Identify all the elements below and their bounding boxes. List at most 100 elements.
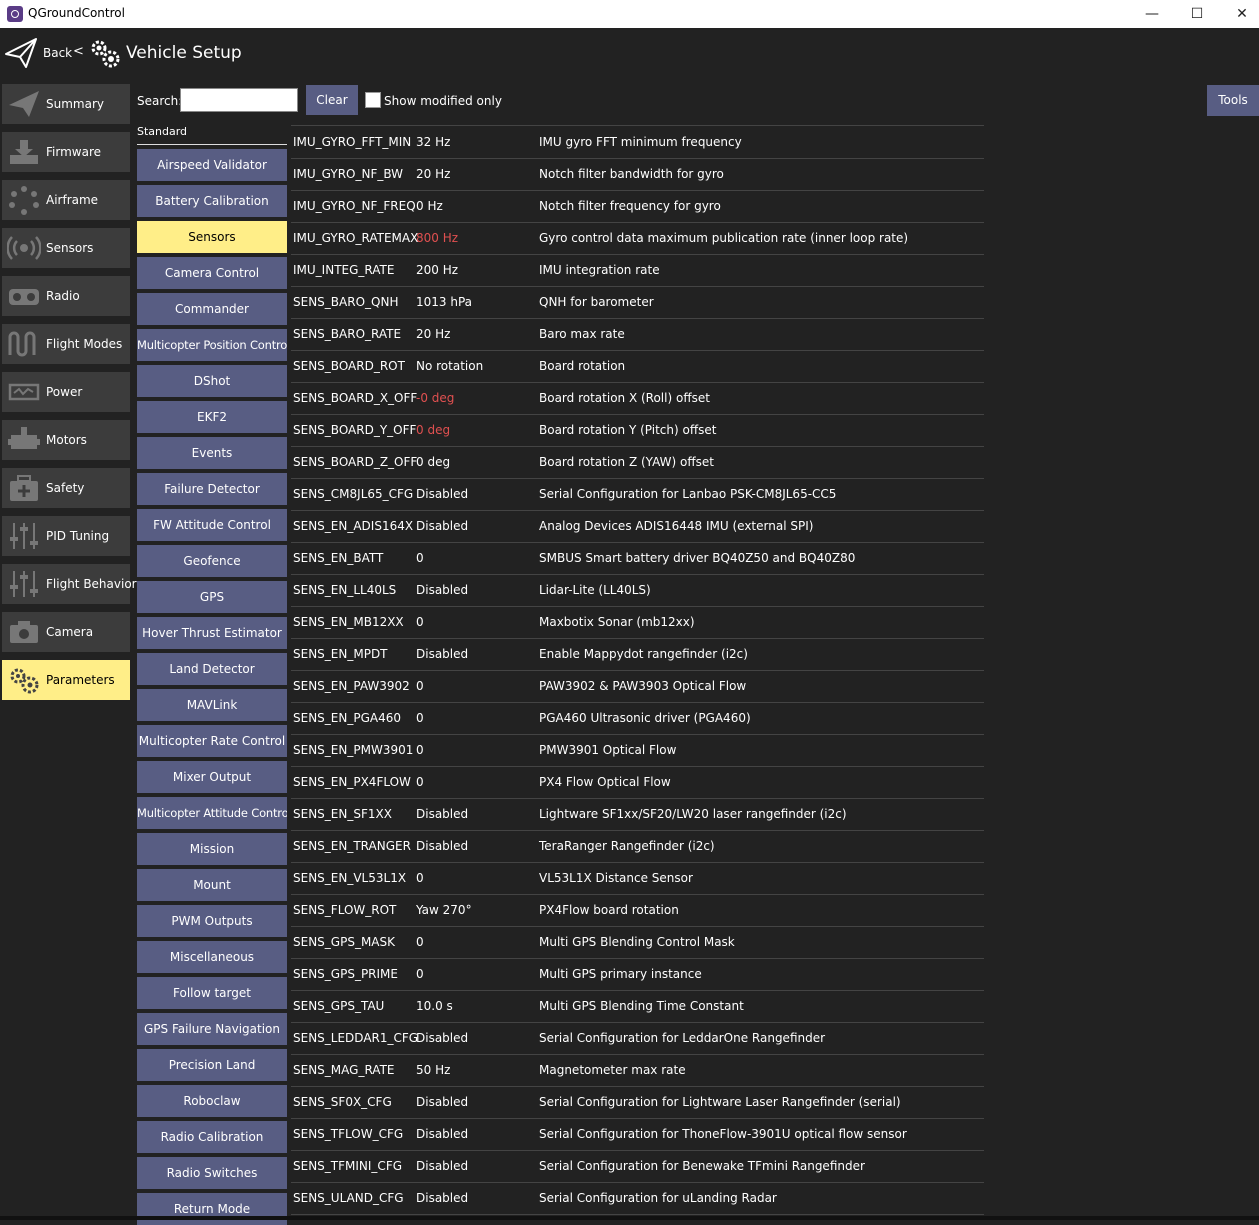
- param-row[interactable]: IMU_GYRO_NF_FREQ 0 Hz Notch filter frequen…: [291, 190, 984, 223]
- group-button[interactable]: Mission: [137, 833, 287, 865]
- sidebar-item-sensors[interactable]: Sensors: [2, 228, 130, 268]
- group-button[interactable]: Radio Calibration: [137, 1121, 287, 1153]
- param-row[interactable]: SENS_CM8JL65_CFG Disabled Serial Configura…: [291, 478, 984, 511]
- app-header: Back < Vehicle Setup: [0, 28, 1259, 80]
- group-button[interactable]: Roboclaw: [137, 1085, 287, 1117]
- close-button[interactable]: ✕: [1227, 4, 1257, 24]
- group-button[interactable]: Commander: [137, 293, 287, 325]
- param-row[interactable]: SENS_TFLOW_CFG Disabled Serial Configurati…: [291, 1118, 984, 1151]
- sidebar-item-airframe[interactable]: Airframe: [2, 180, 130, 220]
- maximize-button[interactable]: ☐: [1182, 4, 1212, 24]
- group-button[interactable]: Mixer Output: [137, 761, 287, 793]
- param-row[interactable]: SENS_EN_LL40LS Disabled Lidar-Lite (LL40LS…: [291, 574, 984, 607]
- group-button[interactable]: Multicopter Position Control: [137, 329, 287, 361]
- param-row[interactable]: SENS_LEDDAR1_CFG Disabled Serial Configura…: [291, 1022, 984, 1055]
- group-button[interactable]: DShot: [137, 365, 287, 397]
- sidebar-item-motors[interactable]: Motors: [2, 420, 130, 460]
- group-button[interactable]: Sensors: [137, 221, 287, 253]
- sidebar-item-label: Flight Modes: [46, 337, 123, 351]
- param-row[interactable]: SENS_GPS_PRIME 0 Multi GPS primary instanc…: [291, 958, 984, 991]
- param-row[interactable]: SENS_FLOW_ROT Yaw 270° PX4Flow board rotat…: [291, 894, 984, 927]
- group-button[interactable]: Miscellaneous: [137, 941, 287, 973]
- group-button[interactable]: Follow target: [137, 977, 287, 1009]
- param-row[interactable]: SENS_EN_MPDT Disabled Enable Mappydot rang…: [291, 638, 984, 671]
- group-button[interactable]: Geofence: [137, 545, 287, 577]
- group-button[interactable]: Camera Control: [137, 257, 287, 289]
- param-row[interactable]: IMU_INTEG_RATE 200 Hz IMU integration rate: [291, 254, 984, 287]
- param-value: 0: [416, 743, 424, 757]
- param-value: 0 deg: [416, 423, 451, 437]
- show-modified-checkbox[interactable]: [365, 92, 381, 108]
- sidebar-item-flight-behavior[interactable]: Flight Behavior: [2, 564, 137, 604]
- sidebar-item-flight-modes[interactable]: Flight Modes: [2, 324, 130, 364]
- param-row[interactable]: SENS_BOARD_X_OFF -0 deg Board rotation X (…: [291, 382, 984, 415]
- group-button[interactable]: MAVLink: [137, 689, 287, 721]
- minimize-button[interactable]: —: [1137, 4, 1167, 24]
- param-row[interactable]: SENS_BOARD_ROT No rotation Board rotation: [291, 350, 984, 383]
- param-name: SENS_EN_VL53L1X: [293, 871, 407, 885]
- group-button[interactable]: Precision Land: [137, 1049, 287, 1081]
- param-row[interactable]: SENS_EN_BATT 0 SMBUS Smart battery driver …: [291, 542, 984, 575]
- param-row[interactable]: SENS_EN_PGA460 0 PGA460 Ultrasonic driver …: [291, 702, 984, 735]
- param-row[interactable]: SENS_EN_PX4FLOW 0 PX4 Flow Optical Flow: [291, 766, 984, 799]
- param-row[interactable]: SENS_BARO_RATE 20 Hz Baro max rate: [291, 318, 984, 351]
- group-button[interactable]: GPS: [137, 581, 287, 613]
- paper-plane-icon[interactable]: [4, 36, 38, 70]
- sidebar-item-radio[interactable]: Radio: [2, 276, 130, 316]
- tools-button[interactable]: Tools: [1207, 85, 1259, 116]
- param-row[interactable]: SENS_TFMINI_CFG Disabled Serial Configurat…: [291, 1150, 984, 1183]
- param-row[interactable]: SENS_MAG_RATE 50 Hz Magnetometer max rate: [291, 1054, 984, 1087]
- group-button[interactable]: EKF2: [137, 401, 287, 433]
- sidebar-item-power[interactable]: Power: [2, 372, 130, 412]
- param-description: PX4 Flow Optical Flow: [539, 775, 671, 789]
- param-row[interactable]: IMU_GYRO_RATEMAX 800 Hz Gyro control data …: [291, 222, 984, 255]
- param-row[interactable]: SENS_EN_VL53L1X 0 VL53L1X Distance Sensor: [291, 862, 984, 895]
- search-input[interactable]: [180, 88, 298, 112]
- group-button[interactable]: Return Mode: [137, 1193, 287, 1225]
- param-name: SENS_EN_ADIS164X: [293, 519, 414, 533]
- group-button[interactable]: Hover Thrust Estimator: [137, 617, 287, 649]
- sidebar-item-summary[interactable]: Summary: [2, 84, 130, 124]
- clear-button[interactable]: Clear: [306, 85, 358, 115]
- sidebar-item-camera[interactable]: Camera: [2, 612, 130, 652]
- group-button[interactable]: Multicopter Rate Control: [137, 725, 287, 757]
- param-name: IMU_INTEG_RATE: [293, 263, 395, 277]
- group-button[interactable]: PWM Outputs: [137, 905, 287, 937]
- group-button[interactable]: Events: [137, 437, 287, 469]
- param-row[interactable]: SENS_EN_PMW3901 0 PMW3901 Optical Flow: [291, 734, 984, 767]
- sidebar-item-pid-tuning[interactable]: PID Tuning: [2, 516, 130, 556]
- param-row[interactable]: SENS_ULAND_CFG Disabled Serial Configurati…: [291, 1182, 984, 1215]
- param-row[interactable]: SENS_GPS_MASK 0 Multi GPS Blending Control…: [291, 926, 984, 959]
- param-row[interactable]: IMU_GYRO_FFT_MIN 32 Hz IMU gyro FFT minimu…: [291, 126, 984, 159]
- group-button[interactable]: Land Detector: [137, 653, 287, 685]
- param-row[interactable]: SENS_SF0X_CFG Disabled Serial Configuratio…: [291, 1086, 984, 1119]
- sidebar-item-parameters[interactable]: Parameters: [2, 660, 130, 700]
- param-name: SENS_GPS_TAU: [293, 999, 385, 1013]
- group-button[interactable]: FW Attitude Control: [137, 509, 287, 541]
- param-value: -0 deg: [416, 391, 455, 405]
- param-row[interactable]: SENS_EN_PAW3902 0 PAW3902 & PAW3903 Optica…: [291, 670, 984, 703]
- group-button[interactable]: Multicopter Attitude Control: [137, 797, 287, 829]
- param-row[interactable]: SENS_GPS_TAU 10.0 s Multi GPS Blending Tim…: [291, 990, 984, 1023]
- param-row[interactable]: SENS_EN_SF1XX Disabled Lightware SF1xx/SF2…: [291, 798, 984, 831]
- sensors-icon: [7, 236, 41, 260]
- group-button[interactable]: Airspeed Validator: [137, 149, 287, 181]
- param-row[interactable]: SENS_EN_TRANGER Disabled TeraRanger Rangef…: [291, 830, 984, 863]
- param-row[interactable]: SENS_BOARD_Y_OFF 0 deg Board rotation Y (P…: [291, 414, 984, 447]
- group-button[interactable]: Radio Switches: [137, 1157, 287, 1189]
- group-category-header: Standard: [137, 125, 188, 138]
- param-row[interactable]: SENS_EN_MB12XX 0 Maxbotix Sonar (mb12xx): [291, 606, 984, 639]
- group-button[interactable]: GPS Failure Navigation: [137, 1013, 287, 1045]
- group-button[interactable]: Failure Detector: [137, 473, 287, 505]
- back-button[interactable]: Back: [43, 46, 72, 60]
- param-name: SENS_EN_MPDT: [293, 647, 388, 661]
- group-button[interactable]: Battery Calibration: [137, 185, 287, 217]
- param-row[interactable]: IMU_GYRO_NF_BW 20 Hz Notch filter bandwidt…: [291, 158, 984, 191]
- group-button[interactable]: Mount: [137, 869, 287, 901]
- param-name: SENS_EN_BATT: [293, 551, 384, 565]
- param-row[interactable]: SENS_EN_ADIS164X Disabled Analog Devices A…: [291, 510, 984, 543]
- sidebar-item-safety[interactable]: Safety: [2, 468, 130, 508]
- sidebar-item-firmware[interactable]: Firmware: [2, 132, 130, 172]
- param-row[interactable]: SENS_BARO_QNH 1013 hPa QNH for barometer: [291, 286, 984, 319]
- param-row[interactable]: SENS_BOARD_Z_OFF 0 deg Board rotation Z (Y…: [291, 446, 984, 479]
